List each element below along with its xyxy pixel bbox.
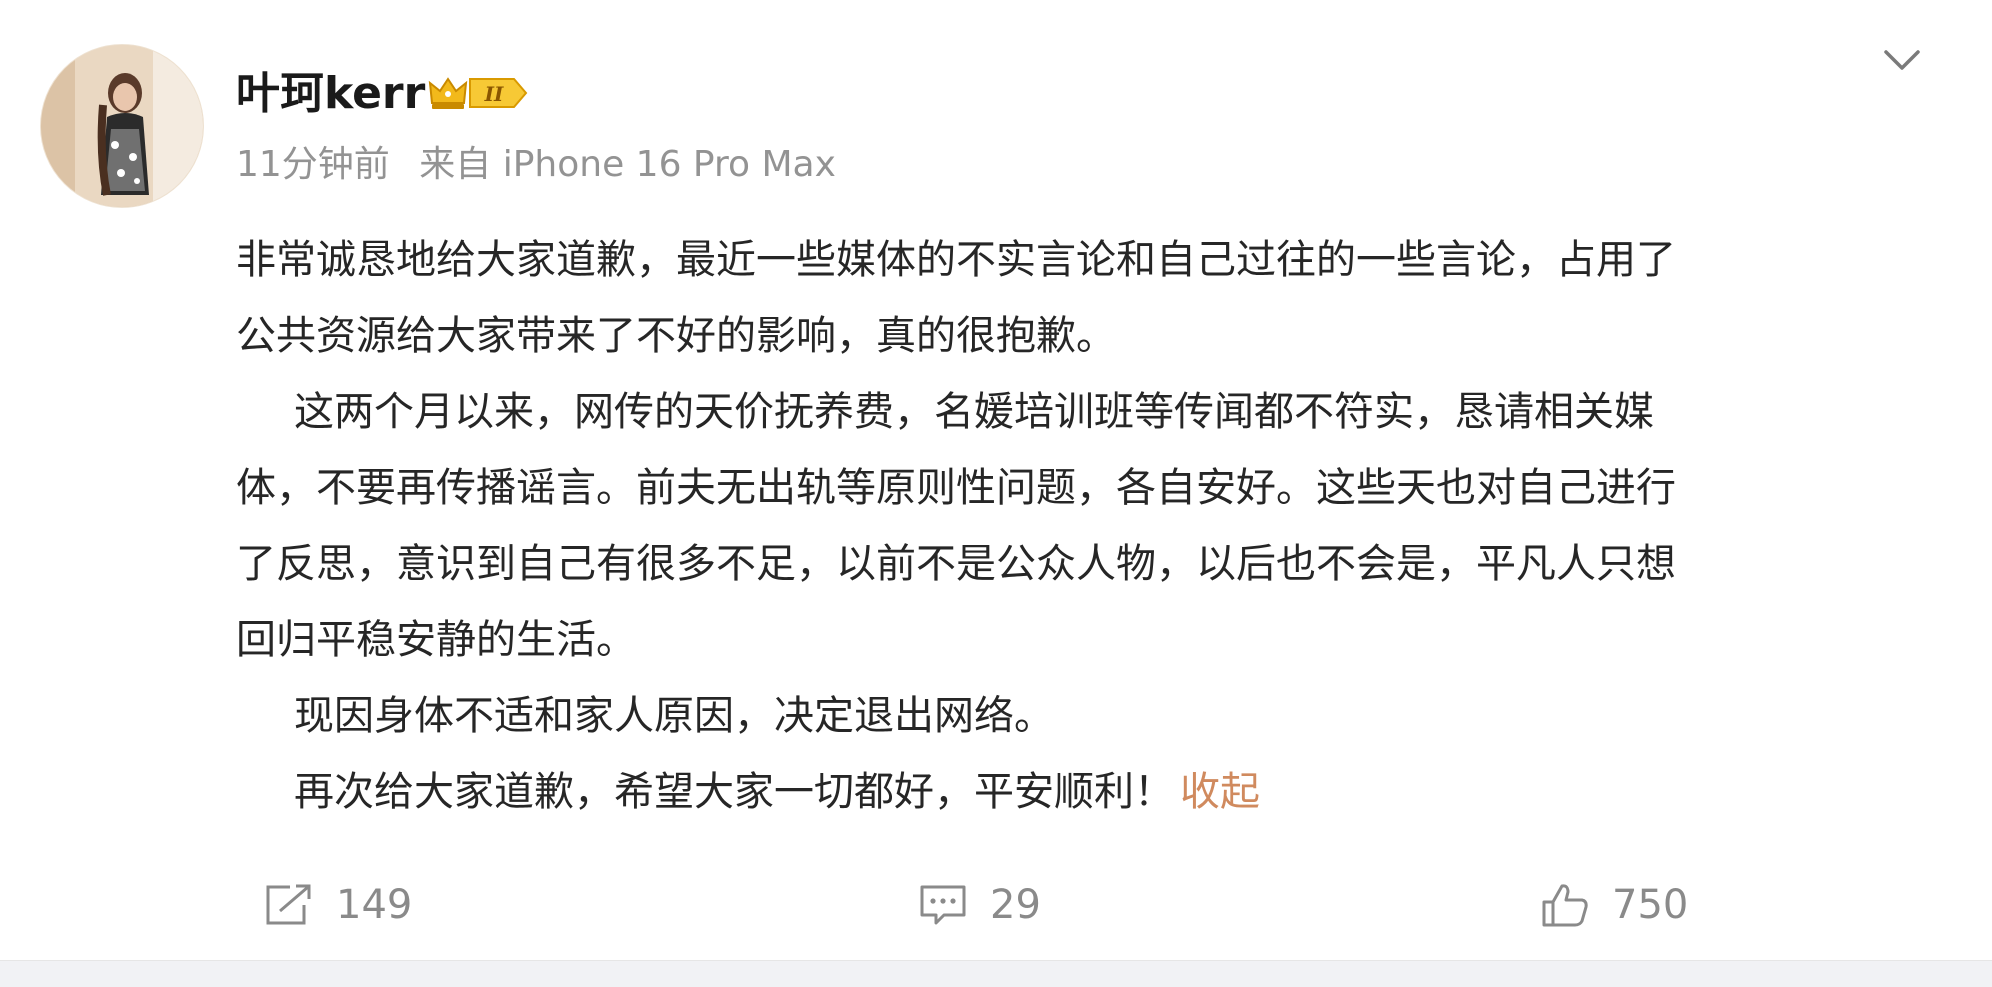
- weibo-post-card: 叶珂kerr II 11分钟前 来自 iPhone 16 Pro Max 非常诚…: [0, 0, 1992, 961]
- share-count: 149: [336, 882, 413, 928]
- chevron-down-icon: [1884, 50, 1920, 70]
- avatar-photo: [41, 45, 203, 207]
- member-badges[interactable]: II: [428, 70, 530, 116]
- content-line: 回归平稳安静的生活。: [236, 617, 636, 663]
- comment-count: 29: [990, 882, 1041, 928]
- content-line: 非常诚恳地给大家道歉，最近一些媒体的不实言论和自己过往的一些言论，占用了: [236, 237, 1676, 283]
- crown-icon: [428, 77, 468, 109]
- like-count: 750: [1612, 882, 1689, 928]
- author-name[interactable]: 叶珂kerr: [236, 58, 425, 130]
- more-options-button[interactable]: [1878, 40, 1926, 80]
- content-line: 现因身体不适和家人原因，决定退出网络。: [294, 693, 1054, 739]
- share-icon: [266, 884, 311, 925]
- collapse-link[interactable]: 收起: [1180, 769, 1260, 815]
- post-source: 来自 iPhone 16 Pro Max: [419, 144, 836, 185]
- post-meta: 11分钟前 来自 iPhone 16 Pro Max: [236, 138, 836, 192]
- share-button[interactable]: 149: [262, 870, 412, 940]
- content-line: 这两个月以来，网传的天价抚养费，名媛培训班等传闻都不符实，恳请相关媒: [294, 389, 1654, 435]
- comment-button[interactable]: 29: [918, 870, 1041, 940]
- content-line: 公共资源给大家带来了不好的影响，真的很抱歉。: [236, 313, 1116, 359]
- thumbs-up-icon: [1542, 884, 1588, 927]
- post-time[interactable]: 11分钟前: [236, 144, 390, 185]
- content-last-line: 再次给大家道歉，希望大家一切都好，平安顺利！ 收起: [236, 754, 1926, 830]
- avatar[interactable]: [40, 44, 204, 208]
- content-line: 了反思，意识到自己有很多不足，以前不是公众人物，以后也不会是，平凡人只想: [236, 541, 1676, 587]
- level-badge-text: II: [484, 82, 504, 106]
- like-button[interactable]: 750: [1540, 870, 1688, 940]
- level-badge-icon: II: [469, 78, 528, 108]
- comment-icon: [920, 885, 966, 925]
- content-line: 体，不要再传播谣言。前夫无出轨等原则性问题，各自安好。这些天也对自己进行: [236, 465, 1676, 511]
- post-content: 非常诚恳地给大家道歉，最近一些媒体的不实言论和自己过往的一些言论，占用了 公共资…: [236, 222, 1926, 830]
- action-bar: 149 29 750: [0, 870, 1992, 940]
- content-line-text: 再次给大家道歉，希望大家一切都好，平安顺利！: [294, 769, 1174, 815]
